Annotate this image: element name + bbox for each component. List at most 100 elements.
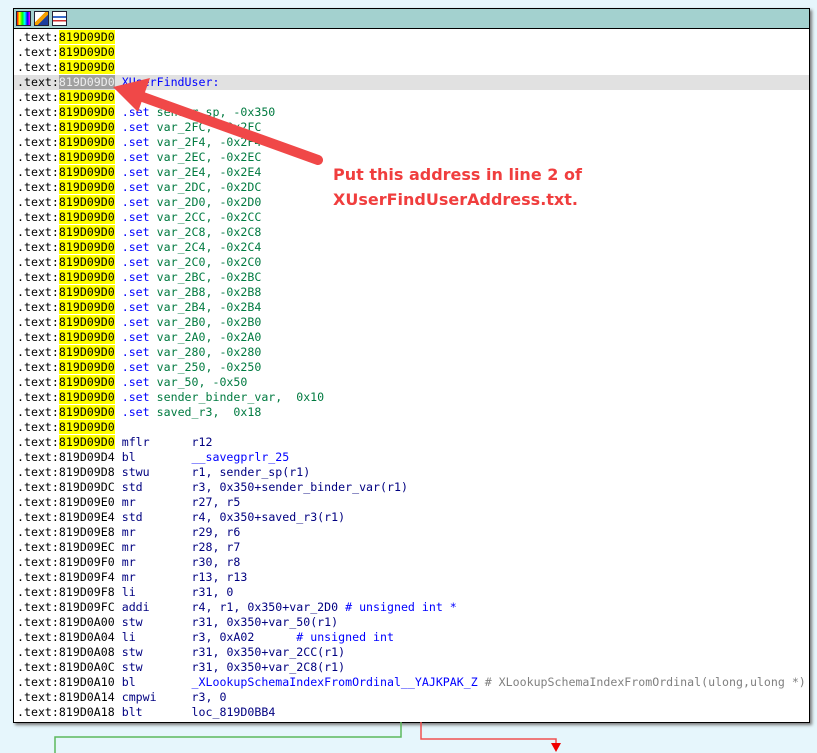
code-line[interactable]: .text:819D09D0 .set var_250, -0x250	[14, 360, 809, 375]
segment-prefix: .text:	[17, 135, 59, 149]
operands: var_2FC, -0x2FC	[156, 120, 262, 134]
code-line[interactable]: .text:819D0A10 bl _XLookupSchemaIndexFro…	[14, 675, 809, 690]
code-line[interactable]: .text:819D09D0 .set saved_r3, 0x18	[14, 405, 809, 420]
address: 819D09E0	[58, 495, 115, 509]
address: 819D09D0	[58, 150, 115, 164]
node-title-bar[interactable]	[14, 9, 809, 29]
code-line[interactable]: .text:819D09D0 .set var_2C0, -0x2C0	[14, 255, 809, 270]
operands: var_2A0, -0x2A0	[156, 330, 262, 344]
address: 819D09D0	[58, 210, 115, 224]
code-line[interactable]: .text:819D09D0 .set var_2F4, -0x2F4	[14, 135, 809, 150]
code-line[interactable]: .text:819D09EC mr r28, r7	[14, 540, 809, 555]
mnemonic: .set	[121, 180, 150, 194]
code-line[interactable]: .text:819D09D0 .set var_2B8, -0x2B8	[14, 285, 809, 300]
operands: r4, 0x350+saved_r3(r1)	[191, 510, 346, 524]
code-line[interactable]: .text:819D09D0 .set var_2B0, -0x2B0	[14, 315, 809, 330]
operands: var_2DC, -0x2DC	[156, 180, 262, 194]
code-line[interactable]: .text:819D09D0 .set var_280, -0x280	[14, 345, 809, 360]
mnemonic: .set	[121, 240, 150, 254]
code-line[interactable]: .text:819D0A14 cmpwi r3, 0	[14, 690, 809, 705]
mnemonic: stw	[121, 645, 143, 659]
segment-prefix: .text:	[17, 345, 59, 359]
address: 819D09FC	[58, 600, 115, 614]
code-line[interactable]: .text:819D09D0 .set var_2B4, -0x2B4	[14, 300, 809, 315]
operands: var_2EC, -0x2EC	[156, 150, 262, 164]
mnemonic: .set	[121, 105, 150, 119]
segment-prefix: .text:	[17, 270, 59, 284]
code-line[interactable]: .text:819D09D0	[14, 45, 809, 60]
code-line[interactable]: .text:819D09D0 .set sender_sp, -0x350	[14, 105, 809, 120]
segment-prefix: .text:	[17, 645, 59, 659]
edit-pencil-icon[interactable]	[34, 11, 49, 26]
code-line[interactable]: .text:819D09D8 stwu r1, sender_sp(r1)	[14, 465, 809, 480]
mnemonic: mr	[121, 525, 136, 539]
code-line[interactable]: .text:819D0A08 stw r31, 0x350+var_2CC(r1…	[14, 645, 809, 660]
operands: r3, 0xA02	[191, 630, 290, 644]
code-line[interactable]: .text:819D09D0 .set var_2CC, -0x2CC	[14, 210, 809, 225]
address: 819D0A0C	[58, 660, 115, 674]
address: 819D09D0	[58, 360, 115, 374]
code-line[interactable]: .text:819D09E8 mr r29, r6	[14, 525, 809, 540]
code-line[interactable]: .text:819D09D0	[14, 420, 809, 435]
code-line[interactable]: .text:819D0A18 blt loc_819D0BB4	[14, 705, 809, 720]
code-line[interactable]: .text:819D09D0	[14, 30, 809, 45]
graph-view-icon[interactable]	[52, 11, 67, 26]
segment-prefix: .text:	[17, 165, 59, 179]
mnemonic: .set	[121, 375, 150, 389]
code-line[interactable]: .text:819D09D0 mflr r12	[14, 435, 809, 450]
segment-prefix: .text:	[17, 600, 59, 614]
segment-prefix: .text:	[17, 120, 59, 134]
segment-prefix: .text:	[17, 330, 59, 344]
code-line[interactable]: .text:819D09F8 li r31, 0	[14, 585, 809, 600]
code-line[interactable]: .text:819D09D0 .set var_2A0, -0x2A0	[14, 330, 809, 345]
code-line[interactable]: .text:819D09D4 bl __savegprlr_25	[14, 450, 809, 465]
segment-prefix: .text:	[17, 660, 59, 674]
mnemonic: .set	[121, 150, 150, 164]
mnemonic: .set	[121, 120, 150, 134]
false-branch-arrowhead	[551, 743, 561, 752]
annotation-text: Put this address in line 2 of XUserFindU…	[333, 162, 582, 212]
code-line[interactable]: .text:819D09E4 std r4, 0x350+saved_r3(r1…	[14, 510, 809, 525]
annotation-line-2: XUserFindUserAddress.txt.	[333, 190, 578, 209]
mnemonic: .set	[121, 300, 150, 314]
code-line[interactable]: .text:819D0A04 li r3, 0xA02 # unsigned i…	[14, 630, 809, 645]
operands: r31, 0	[191, 585, 234, 599]
segment-prefix: .text:	[17, 285, 59, 299]
code-line[interactable]: .text:819D0A00 stw r31, 0x350+var_50(r1)	[14, 615, 809, 630]
segment-prefix: .text:	[17, 105, 59, 119]
code-line[interactable]: .text:819D09D0 .set var_2C4, -0x2C4	[14, 240, 809, 255]
code-line[interactable]: .text:819D09E0 mr r27, r5	[14, 495, 809, 510]
color-palette-icon[interactable]	[16, 11, 31, 26]
code-line[interactable]: .text:819D09D0 .set sender_binder_var, 0…	[14, 390, 809, 405]
address: 819D09E4	[58, 510, 115, 524]
operands: r31, 0x350+var_2C8(r1)	[191, 660, 346, 674]
code-line[interactable]: .text:819D09D0 .set var_2BC, -0x2BC	[14, 270, 809, 285]
segment-prefix: .text:	[17, 60, 59, 74]
code-line[interactable]: .text:819D09F0 mr r30, r8	[14, 555, 809, 570]
operands: r12	[191, 435, 213, 449]
mnemonic: stw	[121, 615, 143, 629]
mnemonic: .set	[121, 285, 150, 299]
code-line[interactable]: .text:819D09D0 XUserFindUser:	[14, 75, 809, 90]
operands: var_250, -0x250	[156, 360, 262, 374]
code-line[interactable]: .text:819D0A0C stw r31, 0x350+var_2C8(r1…	[14, 660, 809, 675]
segment-prefix: .text:	[17, 630, 59, 644]
address: 819D09D8	[58, 465, 115, 479]
mnemonic: stwu	[121, 465, 150, 479]
code-line[interactable]: .text:819D09DC std r3, 0x350+sender_bind…	[14, 480, 809, 495]
operands: var_2B4, -0x2B4	[156, 300, 262, 314]
address: 819D09D0	[58, 135, 115, 149]
code-line[interactable]: .text:819D09D0 .set var_2FC, -0x2FC	[14, 120, 809, 135]
code-line[interactable]: .text:819D09D0 .set var_50, -0x50	[14, 375, 809, 390]
code-line[interactable]: .text:819D09D0	[14, 60, 809, 75]
operands: sender_sp, -0x350	[156, 105, 276, 119]
code-line[interactable]: .text:819D09D0 .set var_2C8, -0x2C8	[14, 225, 809, 240]
code-line[interactable]: .text:819D09F4 mr r13, r13	[14, 570, 809, 585]
address: 819D09F0	[58, 555, 115, 569]
operands: r1, sender_sp(r1)	[191, 465, 311, 479]
code-line[interactable]: .text:819D09FC addi r4, r1, 0x350+var_2D…	[14, 600, 809, 615]
code-listing[interactable]: .text:819D09D0 .text:819D09D0 .text:819D09…	[14, 30, 809, 720]
code-line[interactable]: .text:819D09D0	[14, 90, 809, 105]
address: 819D09D0	[58, 120, 115, 134]
mnemonic: .set	[121, 210, 150, 224]
